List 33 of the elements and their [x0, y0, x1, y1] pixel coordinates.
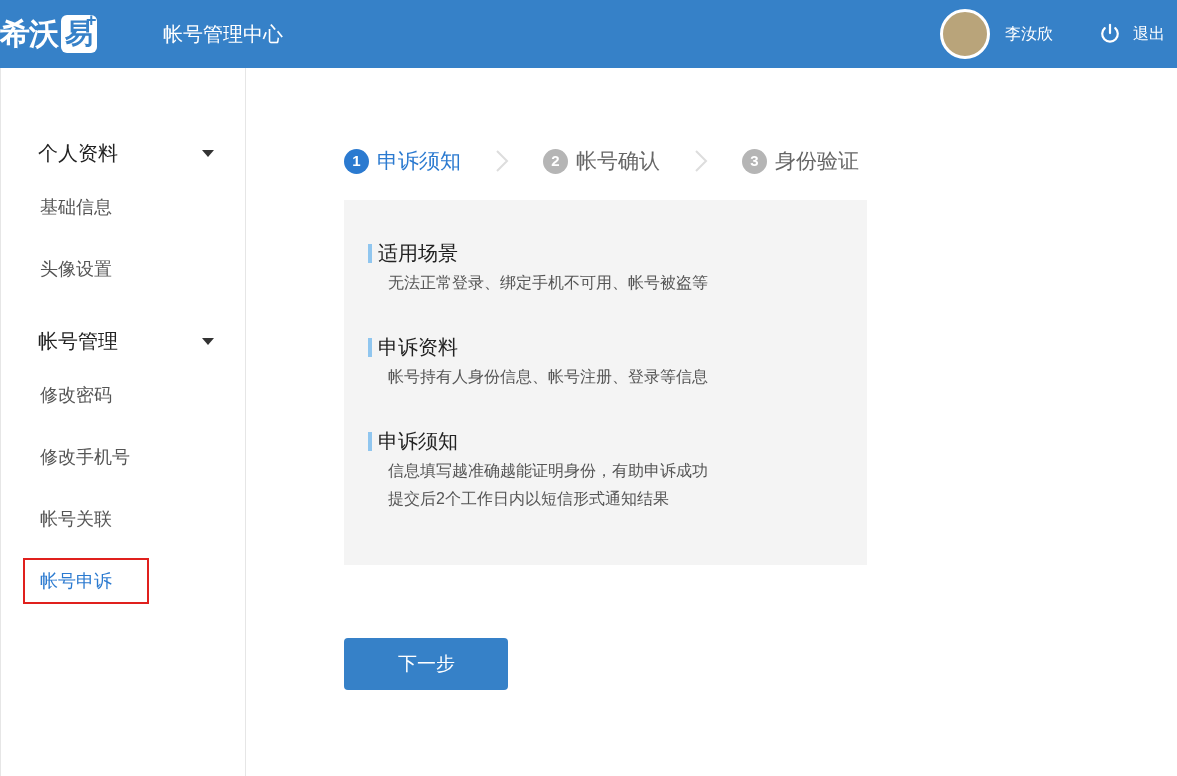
- section-text: 信息填写越准确越能证明身份，有助申诉成功: [388, 461, 709, 481]
- sidebar-group[interactable]: 个人资料: [38, 138, 214, 168]
- logout-button[interactable]: 退出: [1099, 22, 1165, 46]
- step-number: 2: [543, 148, 568, 174]
- section-text: 提交后2个工作日内以短信形式通知结果: [388, 489, 670, 509]
- next-button[interactable]: 下一步: [344, 638, 508, 690]
- app-title: 帐号管理中心: [163, 22, 283, 47]
- section-text: 无法正常登录、绑定手机不可用、帐号被盗等: [388, 273, 709, 293]
- sidebar-group[interactable]: 帐号管理: [38, 326, 214, 356]
- sidebar-item[interactable]: 头像设置: [23, 246, 129, 292]
- step-number: 3: [742, 148, 767, 174]
- section-text: 帐号持有人身份信息、帐号注册、登录等信息: [388, 367, 709, 387]
- sidebar-item[interactable]: 基础信息: [23, 184, 129, 230]
- section-title: 适用场景: [378, 241, 458, 266]
- sidebar-item[interactable]: 修改密码: [23, 372, 129, 418]
- step-label: 帐号确认: [576, 148, 660, 175]
- caret-icon: [202, 337, 214, 345]
- user-name: 李汝欣: [1005, 24, 1053, 44]
- logo-text: 希沃: [0, 19, 59, 49]
- sidebar-item[interactable]: 帐号关联: [23, 496, 129, 542]
- avatar[interactable]: [940, 9, 990, 59]
- chevron-icon: [694, 149, 708, 173]
- sidebar-item[interactable]: 帐号申诉: [23, 558, 149, 604]
- chevron-icon: [495, 149, 509, 173]
- section-title: 申诉资料: [378, 335, 458, 360]
- sidebar-item[interactable]: 修改手机号: [23, 434, 147, 480]
- step-label: 身份验证: [775, 148, 859, 175]
- section-title: 申诉须知: [378, 429, 458, 454]
- logo-badge: 易+: [60, 15, 97, 53]
- step-number: 1: [344, 148, 369, 174]
- step-label: 申诉须知: [377, 148, 461, 175]
- caret-icon: [202, 149, 214, 157]
- power-icon: [1099, 23, 1121, 45]
